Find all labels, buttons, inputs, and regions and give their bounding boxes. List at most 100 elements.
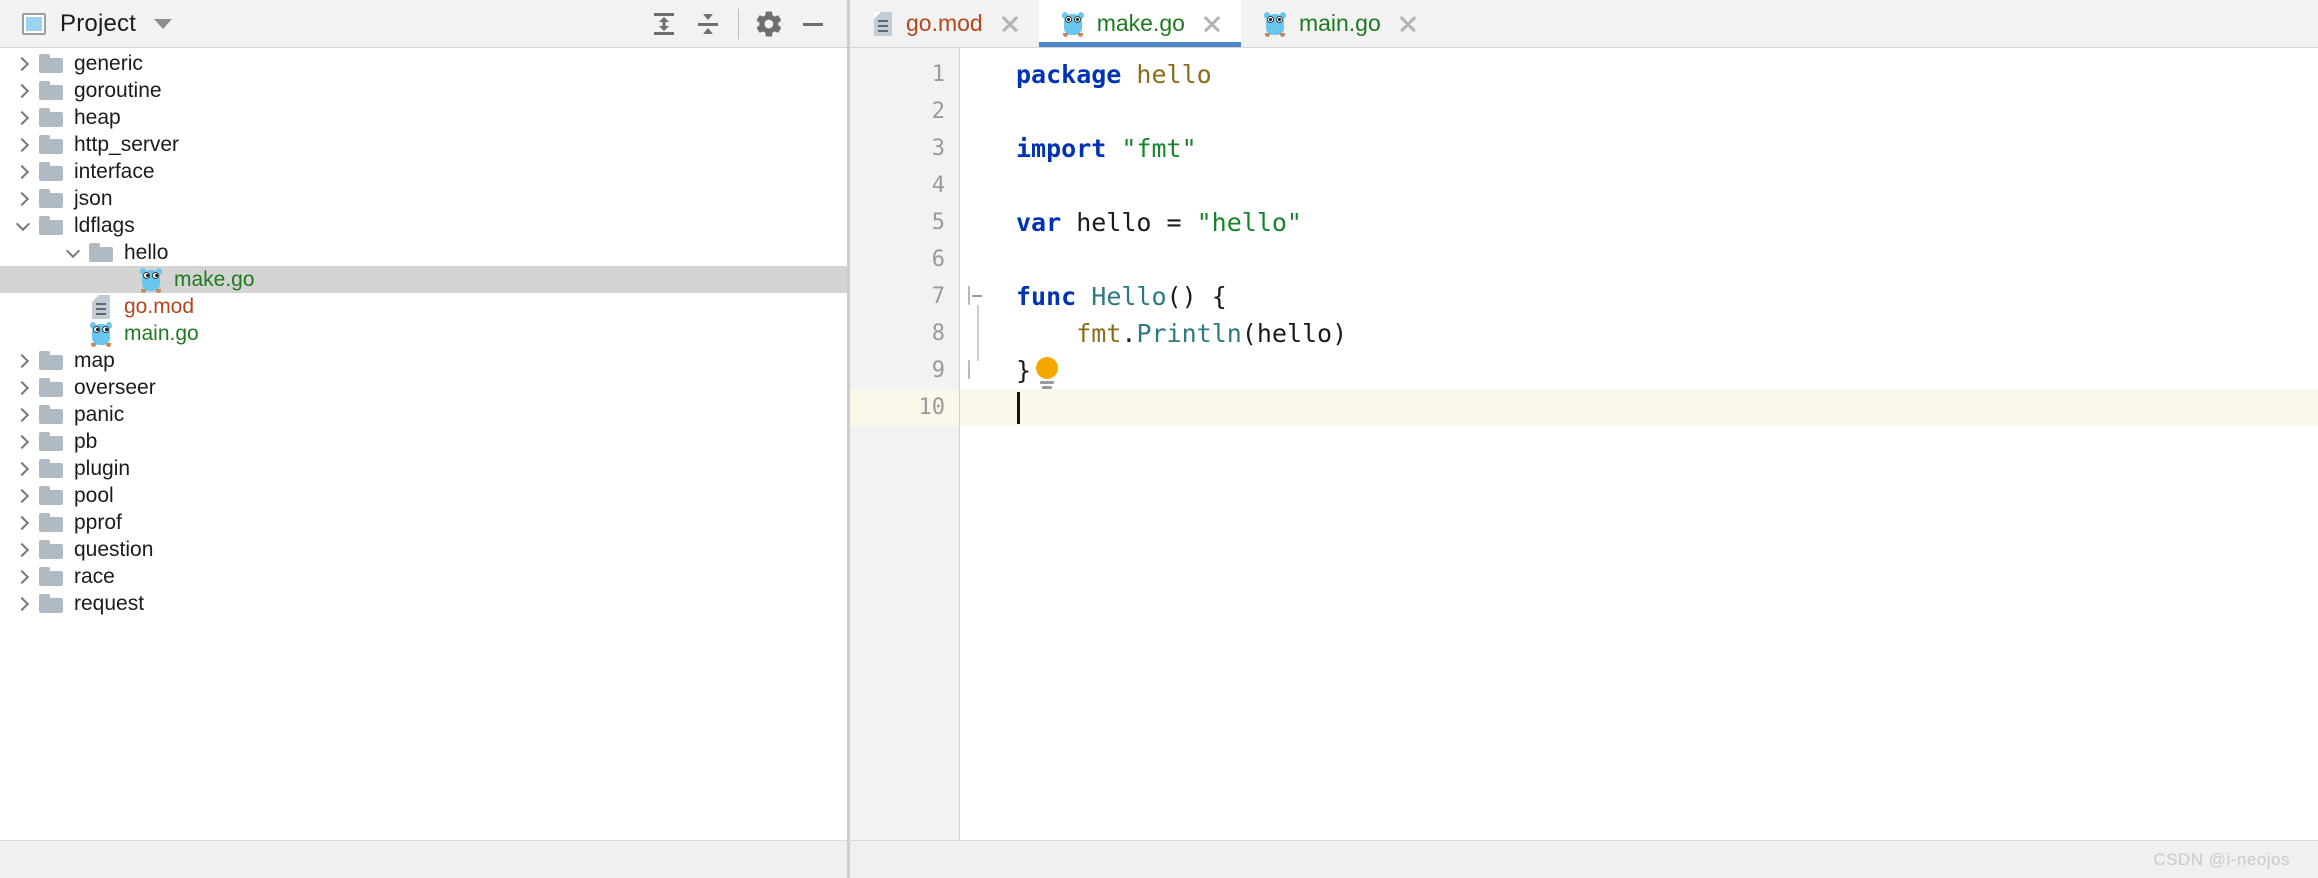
close-icon[interactable] (1397, 13, 1419, 35)
line-number: 6 (931, 247, 945, 272)
folder-icon (39, 540, 63, 559)
tree-item-label: goroutine (74, 78, 162, 102)
tree-item-ldflags[interactable]: ldflags (0, 212, 847, 239)
tree-item-label: heap (74, 105, 121, 129)
expand-arrow-icon[interactable] (10, 353, 36, 368)
tree-item-label: go.mod (124, 294, 195, 318)
project-square-icon (22, 12, 46, 35)
tree-item-make-go[interactable]: make.go (0, 266, 847, 293)
folder-icon (39, 81, 63, 100)
fold-region-start[interactable] (968, 286, 988, 307)
code-token: var (1016, 208, 1062, 237)
collapse-arrow-icon[interactable] (10, 216, 36, 233)
code-line: fmt.Println(hello) (1016, 315, 1347, 352)
code-text-area[interactable]: package hello import "fmt" var hello = "he… (1006, 48, 2318, 840)
tree-item-question[interactable]: question (0, 536, 847, 563)
tree-item-json[interactable]: json (0, 185, 847, 212)
tree-item-label: pool (74, 483, 114, 507)
tree-item-request[interactable]: request (0, 590, 847, 617)
tree-item-label: overseer (74, 375, 156, 399)
folder-icon (39, 513, 63, 532)
expand-arrow-icon[interactable] (10, 380, 36, 395)
folder-icon (39, 216, 63, 235)
folder-icon (39, 594, 63, 613)
tree-item-label: request (74, 591, 145, 615)
expand-arrow-icon[interactable] (10, 434, 36, 449)
tree-item-panic[interactable]: panic (0, 401, 847, 428)
main-split: Project generic goroutine heap http_serv… (0, 0, 2318, 840)
expand-arrow-icon[interactable] (10, 542, 36, 557)
folder-icon (39, 378, 63, 397)
tree-item-go-mod[interactable]: go.mod (0, 293, 847, 320)
code-token: package (1016, 60, 1122, 89)
code-line: var hello = "hello" (1016, 204, 1302, 241)
project-tool-window: Project generic goroutine heap http_serv… (0, 0, 850, 840)
tree-item-label: panic (74, 402, 125, 426)
code-token: Println (1136, 319, 1242, 348)
close-icon[interactable] (999, 13, 1021, 35)
project-panel-toolbar (642, 2, 835, 46)
expand-arrow-icon[interactable] (10, 191, 36, 206)
editor-gutter[interactable]: 1 2 3 4 5 6 7 8 9 10 (850, 48, 960, 840)
expand-arrow-icon[interactable] (10, 164, 36, 179)
expand-arrow-icon[interactable] (10, 110, 36, 125)
tree-item-pool[interactable]: pool (0, 482, 847, 509)
tree-item-plugin[interactable]: plugin (0, 455, 847, 482)
tree-item-pprof[interactable]: pprof (0, 509, 847, 536)
chevron-down-icon[interactable] (154, 18, 173, 29)
expand-all-button[interactable] (642, 2, 686, 46)
tree-item-overseer[interactable]: overseer (0, 374, 847, 401)
tree-item-goroutine[interactable]: goroutine (0, 77, 847, 104)
folder-icon (39, 54, 63, 73)
editor-area: go.mod make.go main.go 1 2 3 4 5 6 7 8 9 10 package… (850, 0, 2318, 840)
toolbar-divider (738, 8, 739, 39)
settings-button[interactable] (747, 2, 791, 46)
tree-item-label: map (74, 348, 115, 372)
editor-tab-main-go[interactable]: main.go (1241, 0, 1437, 47)
line-number: 9 (931, 358, 945, 383)
expand-arrow-icon[interactable] (10, 83, 36, 98)
tree-item-interface[interactable]: interface (0, 158, 847, 185)
project-file-tree[interactable]: generic goroutine heap http_server interface… (0, 48, 847, 840)
tree-item-map[interactable]: map (0, 347, 847, 374)
code-token: "fmt" (1121, 134, 1197, 163)
expand-arrow-icon[interactable] (10, 137, 36, 152)
collapse-all-icon (698, 13, 718, 34)
project-panel-header: Project (0, 0, 847, 48)
folder-icon (39, 162, 63, 181)
expand-arrow-icon[interactable] (10, 569, 36, 584)
editor-tab-label: make.go (1096, 10, 1185, 36)
expand-arrow-icon[interactable] (10, 56, 36, 71)
expand-arrow-icon[interactable] (10, 488, 36, 503)
tree-item-heap[interactable]: heap (0, 104, 847, 131)
code-token: () { (1166, 282, 1227, 311)
hide-panel-button[interactable] (791, 2, 835, 46)
expand-arrow-icon[interactable] (10, 596, 36, 611)
project-panel-title-group[interactable]: Project (22, 10, 173, 38)
text-caret (1017, 392, 1020, 424)
expand-arrow-icon[interactable] (10, 461, 36, 476)
tree-item-hello[interactable]: hello (0, 239, 847, 266)
fold-gutter[interactable] (960, 48, 1006, 840)
lightbulb-icon[interactable] (1034, 357, 1060, 389)
editor-tab-go-mod[interactable]: go.mod (850, 0, 1039, 47)
tree-item-pb[interactable]: pb (0, 428, 847, 455)
editor-tab-make-go[interactable]: make.go (1038, 0, 1242, 47)
tree-item-generic[interactable]: generic (0, 50, 847, 77)
expand-all-icon (654, 12, 674, 35)
code-editor[interactable]: 1 2 3 4 5 6 7 8 9 10 package hello import "fmt" var… (850, 48, 2318, 840)
collapse-arrow-icon[interactable] (60, 243, 86, 260)
tree-item-main-go[interactable]: main.go (0, 320, 847, 347)
expand-arrow-icon[interactable] (10, 515, 36, 530)
tree-item-http_server[interactable]: http_server (0, 131, 847, 158)
tree-item-race[interactable]: race (0, 563, 847, 590)
close-icon[interactable] (1201, 13, 1223, 35)
code-token: . (1121, 319, 1137, 348)
folder-icon (39, 189, 63, 208)
collapse-all-button[interactable] (686, 2, 730, 46)
tree-item-label: ldflags (74, 213, 135, 237)
fold-region-end[interactable] (968, 360, 988, 381)
editor-tab-bar[interactable]: go.mod make.go main.go (850, 0, 2318, 48)
expand-arrow-icon[interactable] (10, 407, 36, 422)
